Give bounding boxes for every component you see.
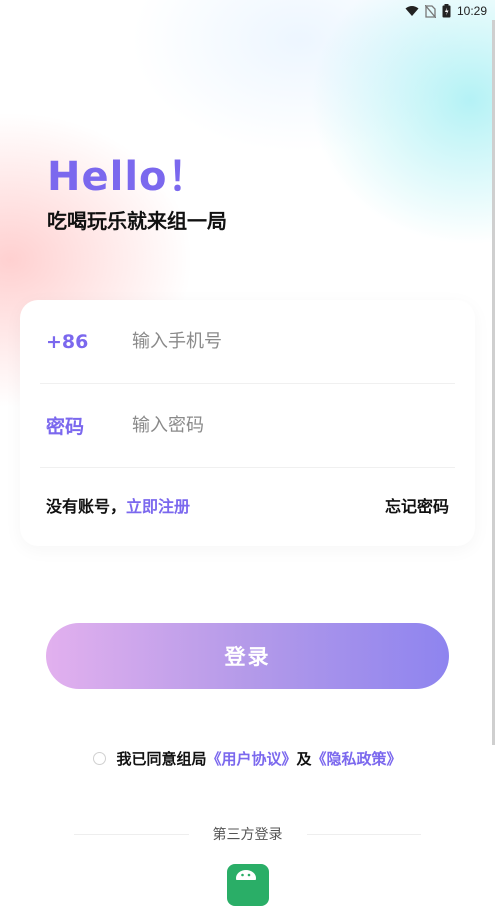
wechat-login-button[interactable]	[227, 864, 269, 906]
register-link[interactable]: 立即注册	[126, 497, 190, 516]
third-party-divider: 第三方登录	[74, 824, 421, 844]
greeting-title: Hello！	[47, 154, 209, 200]
user-agreement-link[interactable]: 《用户协议》	[206, 748, 296, 769]
battery-icon	[442, 4, 451, 18]
wechat-icon	[236, 870, 256, 880]
phone-row: +86	[40, 300, 455, 384]
phone-input[interactable]	[130, 330, 455, 353]
no-sim-icon	[424, 4, 436, 18]
password-label: 密码	[46, 416, 85, 438]
account-links: 没有账号，立即注册 忘记密码	[46, 493, 449, 517]
privacy-policy-link[interactable]: 《隐私政策》	[312, 748, 402, 769]
login-card: +86 密码 没有账号，立即注册 忘记密码	[20, 300, 475, 546]
phone-prefix[interactable]: +86	[40, 331, 130, 353]
forgot-password-link[interactable]: 忘记密码	[385, 493, 449, 517]
agreement-prefix: 我已同意组局	[116, 750, 207, 768]
slogan-text: 吃喝玩乐就来组一局	[47, 209, 227, 233]
no-account-text: 没有账号，	[46, 497, 127, 516]
status-time: 10:29	[456, 4, 487, 18]
agreement-checkbox[interactable]	[93, 752, 107, 765]
agreement-row: 我已同意组局 《用户协议》 及 《隐私政策》	[0, 748, 495, 769]
third-party-label: 第三方登录	[212, 827, 283, 843]
agreement-and: 及	[296, 750, 312, 768]
login-button[interactable]: 登录	[46, 623, 449, 689]
password-row: 密码	[40, 384, 455, 468]
password-input[interactable]	[130, 414, 455, 437]
divider-line-right	[306, 833, 421, 835]
wifi-icon	[405, 6, 419, 16]
status-bar: 10:29	[0, 0, 495, 22]
divider-line-left	[74, 833, 189, 835]
register-prompt: 没有账号，立即注册	[46, 493, 190, 517]
